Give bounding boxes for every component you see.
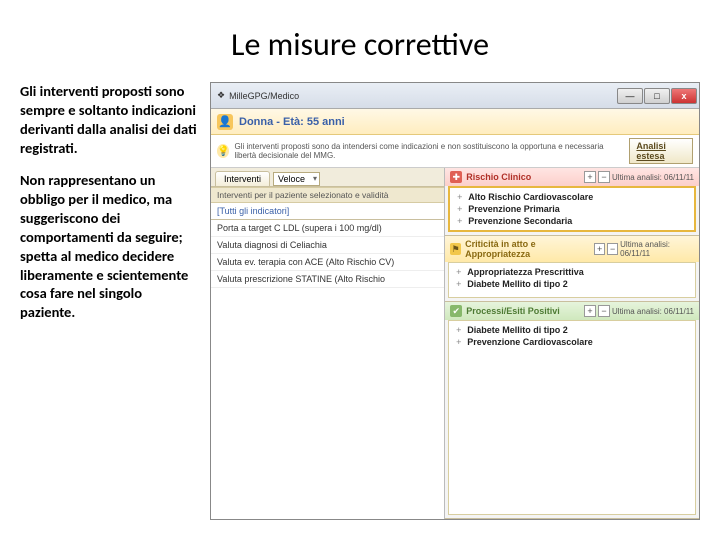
panel-title: Rischio Clinico — [466, 172, 531, 182]
row-label: Appropriatezza Prescrittiva — [467, 267, 584, 277]
row-label: Alto Rischio Cardiovascolare — [468, 192, 593, 202]
section-label: Interventi per il paziente selezionato e… — [211, 187, 444, 203]
patient-icon: 👤 — [217, 114, 233, 130]
paragraph-2: Non rappresentano un obbligo per il medi… — [20, 171, 200, 322]
window-title: MilleGPG/Medico — [229, 91, 299, 101]
last-analysis: Ultima analisi: 06/11/11 — [612, 173, 694, 182]
panel-row[interactable]: +Prevenzione Primaria — [455, 203, 689, 215]
last-analysis: Ultima analisi: 06/11/11 — [620, 240, 694, 258]
collapse-all-button[interactable]: − — [607, 243, 618, 255]
interventions-column: Interventi Veloce Interventi per il pazi… — [211, 168, 445, 519]
list-item[interactable]: Porta a target C LDL (supera i 100 mg/dl… — [211, 220, 444, 237]
info-bar: 💡 Gli interventi proposti sono da intend… — [211, 135, 699, 168]
app-screenshot: ❖ MilleGPG/Medico — □ x 👤 Donna - Età: 5… — [210, 82, 700, 520]
panel-criticita: ⚑ Criticità in atto e Appropriatezza + −… — [445, 236, 699, 302]
extended-analysis-button[interactable]: Analisi estesa — [629, 138, 693, 164]
patient-info: Donna - Età: 55 anni — [239, 116, 345, 128]
maximize-button[interactable]: □ — [644, 88, 670, 104]
paragraph-1: Gli interventi proposti sono sempre e so… — [20, 82, 200, 157]
expand-all-button[interactable]: + — [584, 171, 596, 183]
warning-icon: ⚑ — [450, 243, 461, 255]
tab-row: Interventi Veloce — [211, 168, 444, 187]
row-label: Prevenzione Cardiovascolare — [467, 337, 593, 347]
collapse-all-button[interactable]: − — [598, 305, 610, 317]
list-item[interactable]: [Tutti gli indicatori] — [211, 203, 444, 220]
panel-row[interactable]: +Diabete Mellito di tipo 2 — [454, 324, 690, 336]
speed-select[interactable]: Veloce — [273, 172, 320, 186]
app-icon: ❖ — [217, 90, 225, 101]
expand-all-button[interactable]: + — [594, 243, 605, 255]
intervention-list: [Tutti gli indicatori] Porta a target C … — [211, 203, 444, 519]
panel-row[interactable]: +Prevenzione Secondaria — [455, 215, 689, 227]
info-icon: 💡 — [217, 144, 229, 158]
panel-row[interactable]: +Prevenzione Cardiovascolare — [454, 336, 690, 348]
panel-processi-positivi: ✔ Processi/Esiti Positivi + − Ultima ana… — [445, 302, 699, 519]
panel-title: Criticità in atto e Appropriatezza — [465, 239, 590, 259]
panel-title: Processi/Esiti Positivi — [466, 306, 560, 316]
collapse-all-button[interactable]: − — [598, 171, 610, 183]
slide-content: Gli interventi proposti sono sempre e so… — [20, 82, 700, 520]
list-item[interactable]: Valuta ev. terapia con ACE (Alto Rischio… — [211, 254, 444, 271]
alert-icon: ✚ — [450, 171, 462, 183]
risk-column: ✚ Rischio Clinico + − Ultima analisi: 06… — [445, 168, 699, 519]
row-label: Prevenzione Secondaria — [468, 216, 572, 226]
expand-all-button[interactable]: + — [584, 305, 596, 317]
slide-title: Le misure correttive — [20, 25, 700, 64]
row-label: Diabete Mellito di tipo 2 — [467, 279, 568, 289]
minimize-button[interactable]: — — [617, 88, 643, 104]
row-label: Diabete Mellito di tipo 2 — [467, 325, 568, 335]
tab-interventi[interactable]: Interventi — [215, 171, 270, 186]
panel-rischio-clinico: ✚ Rischio Clinico + − Ultima analisi: 06… — [445, 168, 699, 236]
last-analysis: Ultima analisi: 06/11/11 — [612, 307, 694, 316]
check-icon: ✔ — [450, 305, 462, 317]
window-titlebar: ❖ MilleGPG/Medico — □ x — [211, 83, 699, 109]
list-item[interactable]: Valuta prescrizione STATINE (Alto Rischi… — [211, 271, 444, 288]
main-area: Interventi Veloce Interventi per il pazi… — [211, 168, 699, 519]
panel-row[interactable]: +Alto Rischio Cardiovascolare — [455, 191, 689, 203]
info-text: Gli interventi proposti sono da intender… — [234, 142, 624, 160]
close-button[interactable]: x — [671, 88, 697, 104]
panel-row[interactable]: +Diabete Mellito di tipo 2 — [454, 278, 690, 290]
text-column: Gli interventi proposti sono sempre e so… — [20, 82, 200, 520]
list-item[interactable]: Valuta diagnosi di Celiachia — [211, 237, 444, 254]
patient-header: 👤 Donna - Età: 55 anni — [211, 109, 699, 135]
row-label: Prevenzione Primaria — [468, 204, 560, 214]
panel-row[interactable]: +Appropriatezza Prescrittiva — [454, 266, 690, 278]
